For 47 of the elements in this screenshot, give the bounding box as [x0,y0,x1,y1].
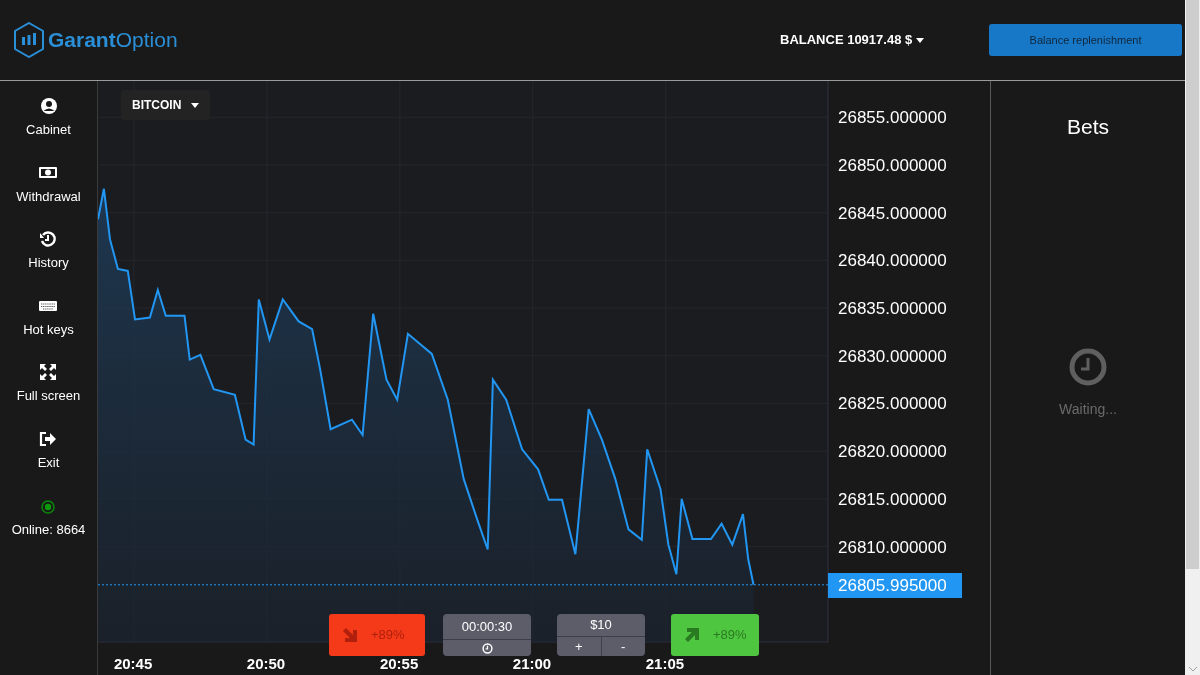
scrollbar[interactable] [1185,0,1200,675]
y-axis-label: 26830.000000 [838,346,947,366]
y-axis-label: 26850.000000 [838,155,947,175]
caret-icon [916,37,925,43]
clock-icon [481,642,493,654]
x-axis-label: 20:55 [379,655,419,672]
history-icon [39,230,58,248]
y-axis-label: 26855.000000 [838,108,947,128]
sidebar-item[interactable]: History [28,230,69,273]
scrollbar-thumb[interactable] [1186,0,1199,569]
logo-text: GarantOption [48,27,178,54]
x-axis-label: 21:00 [512,655,552,672]
y-axis-label: 26840.000000 [838,251,947,271]
x-axis-label: 20:45 [113,655,153,672]
y-axis-label: 26835.000000 [838,299,947,319]
y-axis-label: 26810.000000 [838,537,947,557]
waiting-status: Waiting... [1059,399,1117,419]
sidebar-item[interactable]: Cabinet [26,97,71,140]
bets-title: Bets [1067,114,1109,140]
logo-icon [13,22,45,58]
y-axis-label: 26825.000000 [838,394,947,414]
arrow-down-right-icon [341,626,359,644]
sidebar-item[interactable]: Exit [37,429,60,472]
sidebar-item[interactable]: Hot keys [23,296,74,339]
balance-dropdown[interactable]: BALANCE 10917.48 $ [780,30,989,50]
expand-icon [39,363,58,381]
x-axis-label: 20:50 [246,655,286,672]
y-axis-label: 26815.000000 [838,489,947,509]
arrow-up-right-icon [683,626,701,644]
y-axis-label: 26820.000000 [838,442,947,462]
sidebar-item[interactable]: Withdrawal [16,163,81,206]
caret-icon [191,102,200,108]
timer-value: 00:00:30 [443,614,531,640]
scroll-down-icon[interactable] [1188,667,1197,672]
sidebar-item[interactable]: Full screen [16,363,81,406]
exit-icon [39,429,58,448]
clock-icon [1068,346,1108,387]
plus-button[interactable]: + [557,636,602,656]
minus-button[interactable]: - [601,636,645,656]
y-axis-label: 26845.000000 [838,203,947,223]
x-axis-label: 21:05 [645,655,685,672]
amount-value: $10 [557,614,645,637]
current-price-label: 26805.995000 [828,572,962,598]
online-count: Online: 8664 [11,521,86,539]
symbol-dropdown[interactable]: BITCOIN [121,90,211,120]
user-icon [39,97,58,115]
online-indicator-icon [41,500,56,514]
